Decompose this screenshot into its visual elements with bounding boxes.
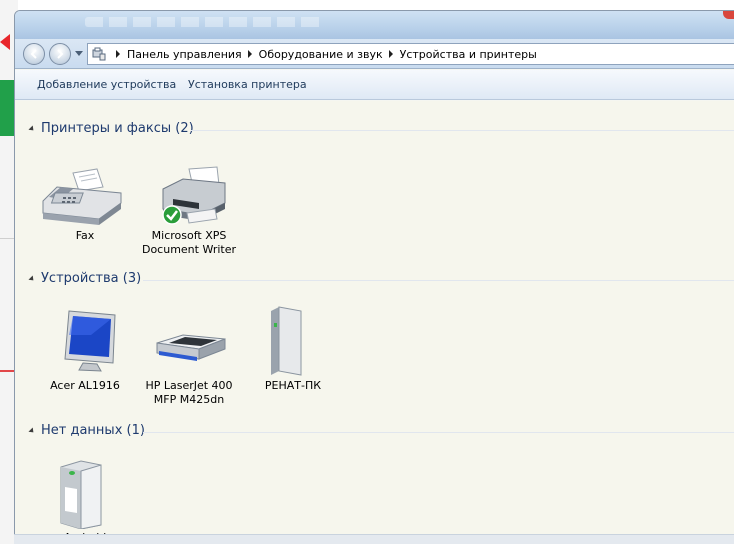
device-item-hp-laserjet[interactable]: HP LaserJet 400 MFP M425dn xyxy=(139,305,239,407)
devices-view: Принтеры и факсы (2) Fax Microsoft XPS D… xyxy=(15,101,734,544)
group-header-devices[interactable]: Устройства (3) xyxy=(15,271,734,289)
group-divider xyxy=(143,432,734,433)
back-button[interactable] xyxy=(23,43,45,65)
device-label: HP LaserJet 400 MFP M425dn xyxy=(145,379,233,406)
device-label: Microsoft XPS Document Writer xyxy=(141,229,237,256)
device-item-fax[interactable]: Fax xyxy=(35,155,135,243)
device-item-renat-pc[interactable]: РЕНАТ-ПК xyxy=(243,305,343,393)
external-drive-icon xyxy=(60,460,102,530)
navigation-bar: Панель управления Оборудование и звук Ус… xyxy=(15,39,734,69)
title-bar-blurred-text xyxy=(85,17,325,27)
device-label: Fax xyxy=(75,229,95,242)
collapse-triangle-icon[interactable] xyxy=(28,275,36,283)
command-bar: Добавление устройства Установка принтера xyxy=(15,70,734,100)
arrow-left-icon xyxy=(30,49,37,59)
group-title: Нет данных (1) xyxy=(41,423,145,438)
group-divider xyxy=(143,280,734,281)
group-header-printers[interactable]: Принтеры и факсы (2) xyxy=(15,121,734,139)
add-printer-button[interactable]: Установка принтера xyxy=(188,70,307,100)
group-title: Устройства (3) xyxy=(41,271,142,286)
breadcrumb-devices-and-printers[interactable]: Устройства и принтеры xyxy=(400,48,537,61)
collapse-triangle-icon[interactable] xyxy=(28,125,36,133)
details-pane-edge xyxy=(14,534,734,544)
breadcrumb: Панель управления Оборудование и звук Ус… xyxy=(110,44,537,64)
fax-icon xyxy=(42,168,122,225)
scanner-icon xyxy=(156,334,226,361)
group-divider xyxy=(191,130,734,131)
close-button-edge[interactable] xyxy=(723,11,734,19)
title-bar[interactable] xyxy=(15,11,734,39)
arrow-right-icon xyxy=(57,49,64,59)
monitor-icon xyxy=(64,310,116,372)
device-item-android[interactable]: Android xyxy=(35,457,135,544)
devices-folder-icon xyxy=(92,47,106,61)
device-label: РЕНАТ-ПК xyxy=(264,379,322,392)
device-label: Acer AL1916 xyxy=(50,379,120,392)
add-device-button[interactable]: Добавление устройства xyxy=(37,70,176,100)
breadcrumb-control-panel[interactable]: Панель управления xyxy=(127,48,242,61)
breadcrumb-separator-icon[interactable] xyxy=(388,50,393,58)
recent-pages-dropdown[interactable] xyxy=(75,51,83,56)
group-title: Принтеры и факсы (2) xyxy=(41,121,194,136)
breadcrumb-separator-icon[interactable] xyxy=(116,50,120,58)
computer-icon xyxy=(271,306,302,376)
group-header-no-data[interactable]: Нет данных (1) xyxy=(15,423,734,441)
breadcrumb-separator-icon[interactable] xyxy=(247,50,252,58)
devices-and-printers-window: Панель управления Оборудование и звук Ус… xyxy=(14,10,734,544)
breadcrumb-hardware-and-sound[interactable]: Оборудование и звук xyxy=(259,48,383,61)
red-arrow-icon xyxy=(0,34,10,50)
collapse-triangle-icon[interactable] xyxy=(28,427,36,435)
device-item-xps-writer[interactable]: Microsoft XPS Document Writer xyxy=(139,155,239,257)
address-bar[interactable]: Панель управления Оборудование и звук Ус… xyxy=(87,43,734,65)
forward-button[interactable] xyxy=(49,43,71,65)
printer-default-icon xyxy=(162,166,226,225)
device-item-acer-monitor[interactable]: Acer AL1916 xyxy=(35,305,135,393)
